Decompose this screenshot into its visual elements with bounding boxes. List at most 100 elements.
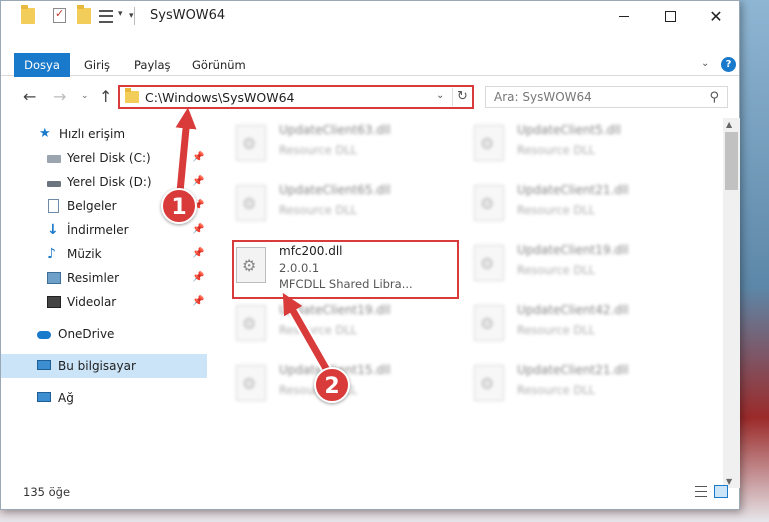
- customize-toolbar-icon[interactable]: ▾: [129, 11, 134, 21]
- tiles-view-icon[interactable]: [714, 485, 728, 498]
- help-icon[interactable]: ?: [721, 57, 736, 72]
- drive-icon: [47, 155, 61, 163]
- chevron-down-icon[interactable]: ▾: [118, 9, 123, 19]
- tab-gorunum[interactable]: Görünüm: [192, 53, 246, 77]
- dll-file-icon: [474, 245, 504, 281]
- recent-locations-icon[interactable]: ⌄: [81, 91, 89, 101]
- callout-1: 1: [161, 188, 197, 224]
- network-icon: [37, 392, 51, 402]
- pin-icon[interactable]: 📌: [192, 170, 204, 194]
- view-icon[interactable]: [99, 10, 113, 23]
- file-item[interactable]: UpdateClient42.dll Resource DLL: [469, 299, 689, 349]
- sidebar-item-network[interactable]: Ağ: [1, 386, 207, 410]
- new-folder-icon[interactable]: [77, 5, 91, 24]
- file-description: Resource DLL: [517, 383, 596, 397]
- navigation-pane: ★ Hızlı erişim Yerel Disk (C:) 📌 Yerel D…: [1, 118, 207, 488]
- sidebar-item-music[interactable]: ♪ Müzik 📌: [1, 242, 207, 266]
- sidebar-item-disk-c[interactable]: Yerel Disk (C:) 📌: [1, 146, 207, 170]
- minimize-icon: [619, 15, 629, 17]
- up-arrow-icon[interactable]: ↑: [99, 87, 112, 106]
- file-item[interactable]: UpdateClient5.dll Resource DLL: [469, 119, 689, 169]
- computer-icon: [37, 360, 51, 370]
- file-description: Resource DLL: [517, 143, 596, 157]
- sidebar-item-videos[interactable]: Videolar 📌: [1, 290, 207, 314]
- file-item[interactable]: UpdateClient63.dll Resource DLL: [231, 119, 451, 169]
- window-title: SysWOW64: [150, 8, 226, 23]
- search-placeholder: Ara: SysWOW64: [494, 90, 592, 104]
- vertical-scrollbar[interactable]: ▲ ▼: [723, 118, 740, 488]
- callout-2: 2: [314, 367, 350, 403]
- pin-icon[interactable]: 📌: [192, 242, 204, 266]
- file-item[interactable]: UpdateClient65.dll Resource DLL: [231, 179, 451, 229]
- dll-file-icon: [474, 185, 504, 221]
- minimize-button[interactable]: [601, 1, 647, 31]
- pin-icon[interactable]: 📌: [192, 266, 204, 290]
- sidebar-item-label: Belgeler: [67, 199, 117, 213]
- dll-file-icon: [236, 185, 266, 221]
- file-name: UpdateClient65.dll: [279, 183, 391, 197]
- scrollbar-thumb[interactable]: [725, 132, 738, 190]
- file-item[interactable]: UpdateClient19.dll Resource DLL: [469, 239, 689, 289]
- file-item[interactable]: UpdateClient19.dll Resource DLL: [231, 299, 451, 349]
- sidebar-item-label: Hızlı erişim: [59, 127, 126, 141]
- sidebar-item-this-pc[interactable]: Bu bilgisayar: [1, 354, 207, 378]
- dll-file-icon: [474, 125, 504, 161]
- tab-paylas[interactable]: Paylaş: [134, 53, 171, 77]
- item-count: 135 öğe: [23, 485, 71, 499]
- close-icon: ✕: [709, 6, 723, 26]
- sidebar-item-quick-access[interactable]: ★ Hızlı erişim: [1, 122, 207, 146]
- download-icon: ↓: [47, 222, 59, 238]
- forward-arrow-icon[interactable]: →: [53, 87, 66, 106]
- file-description: Resource DLL: [279, 203, 358, 217]
- file-name: UpdateClient42.dll: [517, 303, 629, 317]
- sidebar-item-label: İndirmeler: [67, 223, 129, 237]
- properties-icon[interactable]: [53, 7, 66, 23]
- sidebar-item-label: Yerel Disk (C:): [67, 151, 151, 165]
- sidebar-item-pictures[interactable]: Resimler 📌: [1, 266, 207, 290]
- file-description: Resource DLL: [517, 323, 596, 337]
- sidebar-item-label: OneDrive: [58, 327, 115, 341]
- expand-ribbon-icon[interactable]: ⌄: [701, 58, 709, 69]
- details-view-icon[interactable]: [695, 486, 707, 497]
- highlight-frame: [232, 240, 459, 299]
- dll-file-icon: [474, 305, 504, 341]
- file-item[interactable]: UpdateClient21.dll Resource DLL: [469, 179, 689, 229]
- maximize-icon: [664, 10, 676, 22]
- scroll-up-icon[interactable]: ▲: [726, 120, 732, 129]
- cloud-icon: [37, 331, 51, 339]
- pin-icon[interactable]: 📌: [192, 290, 204, 314]
- tab-giris[interactable]: Giriş: [84, 53, 110, 77]
- close-button[interactable]: ✕: [693, 1, 739, 31]
- title-bar: ▾ ▾ SysWOW64 ✕: [1, 1, 739, 31]
- search-icon[interactable]: ⚲: [709, 90, 719, 105]
- sidebar-item-label: Bu bilgisayar: [58, 359, 136, 373]
- refresh-icon[interactable]: ↻: [452, 88, 472, 106]
- sidebar-item-label: Resimler: [67, 271, 120, 285]
- ribbon: [1, 52, 739, 76]
- pictures-icon: [47, 272, 61, 284]
- pin-icon[interactable]: 📌: [192, 218, 204, 242]
- file-description: Resource DLL: [279, 323, 358, 337]
- address-path[interactable]: C:\Windows\SysWOW64: [145, 90, 294, 105]
- dll-file-icon: [474, 365, 504, 401]
- maximize-button[interactable]: [647, 1, 693, 31]
- star-icon: ★: [39, 126, 51, 141]
- dll-file-icon: [236, 365, 266, 401]
- folder-icon: [125, 88, 139, 103]
- pin-icon[interactable]: 📌: [192, 146, 204, 170]
- search-input[interactable]: Ara: SysWOW64 ⚲: [485, 86, 728, 108]
- sidebar-item-onedrive[interactable]: OneDrive: [1, 322, 207, 346]
- back-arrow-icon[interactable]: ←: [23, 87, 36, 106]
- address-history-icon[interactable]: ⌄: [436, 90, 444, 101]
- file-name: UpdateClient5.dll: [517, 123, 621, 137]
- document-icon: [48, 199, 59, 213]
- folder-icon[interactable]: [21, 5, 35, 24]
- file-description: Resource DLL: [517, 203, 596, 217]
- address-bar[interactable]: C:\Windows\SysWOW64 ⌄ ↻: [118, 85, 474, 109]
- dll-file-icon: [236, 125, 266, 161]
- file-name: UpdateClient21.dll: [517, 363, 629, 377]
- drive-icon: [47, 181, 61, 187]
- file-item[interactable]: UpdateClient21.dll Resource DLL: [469, 359, 689, 409]
- tab-dosya[interactable]: Dosya: [14, 53, 70, 77]
- explorer-window: ▾ ▾ SysWOW64 ✕ Dosya Giriş Paylaş Görünü…: [0, 0, 740, 510]
